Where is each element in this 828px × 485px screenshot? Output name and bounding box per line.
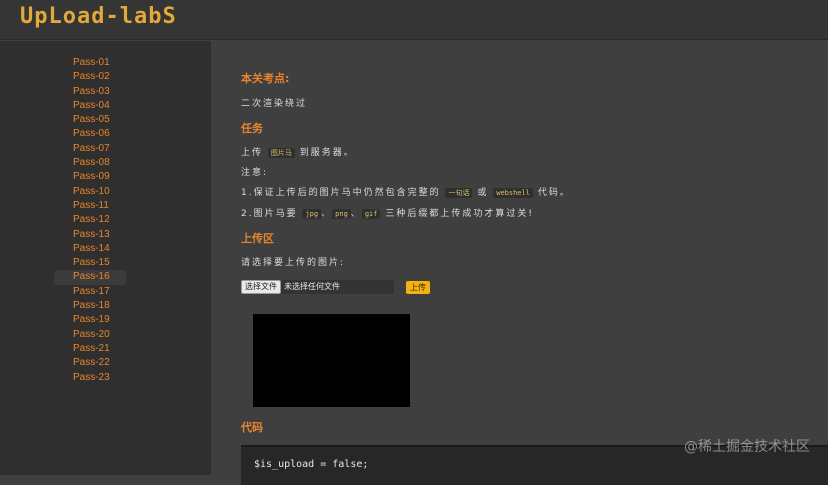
sidebar-item-pass-06[interactable]: Pass-06 [54,127,126,141]
sidebar-item-pass-20[interactable]: Pass-20 [54,328,126,342]
task-chip: 图片马 [267,148,295,158]
main-content: 本关考点: 二次渲染绕过 任务 上传 图片马 到服务器。 注意: 1.保证上传后… [211,41,828,485]
note-line-1: 1.保证上传后的图片马中仍然包含完整的 一句话 或 webshell 代码。 [241,185,571,198]
note1-prefix: 1.保证上传后的图片马中仍然包含完整的 [241,188,441,198]
sidebar-item-pass-22[interactable]: Pass-22 [54,356,126,370]
sidebar-item-pass-11[interactable]: Pass-11 [54,199,126,213]
note1-suffix: 代码。 [537,188,571,198]
sidebar-item-pass-17[interactable]: Pass-17 [54,285,126,299]
note2-chip-png: png [332,209,351,219]
sidebar-item-pass-15[interactable]: Pass-15 [54,256,126,270]
note2-suffix: 三种后缀都上传成功才算过关! [385,209,534,219]
sidebar-item-pass-09[interactable]: Pass-09 [54,170,126,184]
sidebar-item-pass-16[interactable]: Pass-16 [54,270,126,285]
note1-chip-1: 一句话 [445,188,473,198]
sidebar-item-pass-02[interactable]: Pass-02 [54,70,126,84]
note2-sep-2: 、 [350,209,362,219]
note1-mid: 或 [477,188,489,198]
note2-chip-jpg: jpg [302,209,322,219]
image-preview [253,314,410,407]
sidebar: Pass-01 Pass-02 Pass-03 Pass-04 Pass-05 Pass-… [0,41,211,475]
sidebar-item-pass-12[interactable]: Pass-12 [54,213,126,227]
sidebar-item-pass-10[interactable]: Pass-10 [54,185,126,199]
note1-chip-2: webshell [493,188,533,198]
sidebar-item-pass-05[interactable]: Pass-05 [54,113,126,127]
sidebar-item-pass-21[interactable]: Pass-21 [54,342,126,356]
sidebar-item-pass-23[interactable]: Pass-23 [54,371,126,385]
note-line-2: 2.图片马要 jpg、 png、 gif 三种后缀都上传成功才算过关! [241,206,534,219]
sidebar-item-pass-04[interactable]: Pass-04 [54,99,126,113]
note2-sep-1: 、 [321,209,333,219]
sidebar-nav: Pass-01 Pass-02 Pass-03 Pass-04 Pass-05 Pass-… [54,56,126,385]
sidebar-item-pass-08[interactable]: Pass-08 [54,156,126,170]
upload-prompt: 请选择要上传的图片: [241,258,346,268]
point-text: 二次渲染绕过 [241,99,308,109]
site-logo[interactable]: UpLoad-labS [20,4,177,29]
heading-code: 代码 [241,421,263,434]
heading-task: 任务 [241,122,263,135]
sidebar-item-pass-19[interactable]: Pass-19 [54,313,126,327]
task-prefix: 上传 [241,148,264,158]
heading-point: 本关考点: [241,72,290,85]
note-label: 注意: [241,168,269,178]
note2-chip-gif: gif [361,209,381,219]
sidebar-item-pass-07[interactable]: Pass-07 [54,142,126,156]
task-line: 上传 图片马 到服务器。 [241,145,355,158]
choose-file-button[interactable]: 选择文件 [241,280,281,294]
watermark: @稀土掘金技术社区 [684,439,810,455]
upload-button[interactable]: 上传 [406,280,430,294]
sidebar-item-pass-18[interactable]: Pass-18 [54,299,126,313]
sidebar-item-pass-03[interactable]: Pass-03 [54,85,126,99]
sidebar-item-pass-13[interactable]: Pass-13 [54,228,126,242]
task-suffix: 到服务器。 [299,148,355,158]
note2-prefix: 2.图片马要 [241,209,298,219]
sidebar-item-pass-01[interactable]: Pass-01 [54,56,126,70]
heading-upload: 上传区 [241,232,274,245]
file-status: 未选择任何文件 [281,280,394,294]
sidebar-item-pass-14[interactable]: Pass-14 [54,242,126,256]
file-upload-row: 选择文件 未选择任何文件 上传 [241,280,430,294]
header-bar: UpLoad-labS [0,0,828,40]
code-line: $is_upload = false; [254,459,369,470]
